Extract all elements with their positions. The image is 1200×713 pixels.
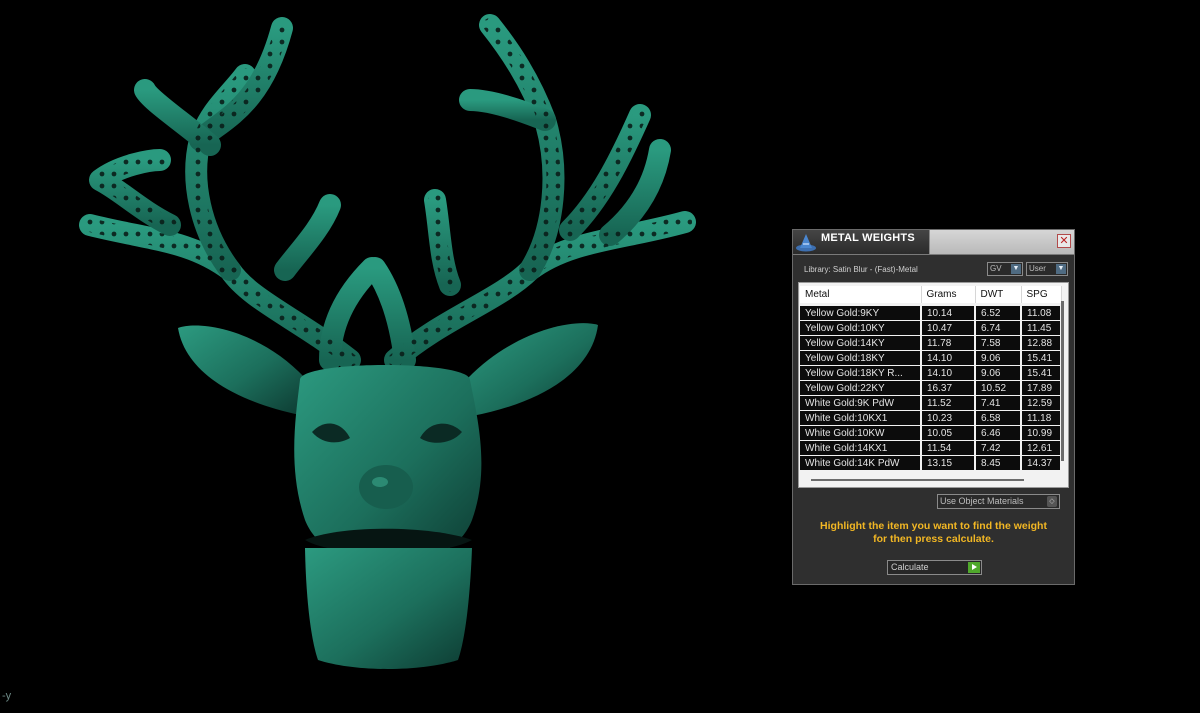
table-cell: Yellow Gold:22KY [800, 380, 922, 396]
table-cell: White Gold:10KX1 [800, 410, 922, 426]
units-select[interactable]: GV ▼ [987, 262, 1023, 276]
spinner-icon: ◇ [1047, 496, 1057, 507]
column-header-grams[interactable]: Grams [921, 286, 976, 303]
table-cell: 11.08 [1021, 306, 1062, 321]
neck-base [305, 548, 472, 669]
metal-table[interactable]: Metal Grams DWT SPG Yellow Gold:9KY 10.14… [798, 282, 1069, 488]
table-row[interactable]: White Gold:14KX1 11.54 7.42 12.61 [800, 440, 1062, 456]
table-cell: White Gold:14K PdW [800, 455, 922, 471]
metal-weights-panel: METAL WEIGHTS ✕ Library: Satin Blur - (F… [792, 229, 1075, 585]
table-cell: 11.78 [921, 335, 976, 351]
axis-label: -y [2, 690, 12, 702]
table-cell: 7.41 [975, 395, 1022, 411]
table-cell: Yellow Gold:14KY [800, 335, 922, 351]
column-header-dwt[interactable]: DWT [975, 286, 1022, 303]
table-row[interactable]: Yellow Gold:18KY 14.10 9.06 15.41 [800, 350, 1062, 366]
calculate-button[interactable]: Calculate [887, 560, 982, 575]
table-row[interactable]: Yellow Gold:9KY 10.14 6.52 11.08 [800, 306, 1062, 321]
wizard-hat-icon [796, 234, 816, 252]
table-cell: 16.37 [921, 380, 976, 396]
table-cell: 9.06 [975, 350, 1022, 366]
table-cell: 14.37 [1021, 455, 1062, 471]
table-cell: Yellow Gold:18KY [800, 350, 922, 366]
table-cell: 12.61 [1021, 440, 1062, 456]
table-cell: 14.10 [921, 365, 976, 381]
table-cell: 8.45 [975, 455, 1022, 471]
units-select-value: GV [990, 264, 1002, 273]
table-cell: 6.46 [975, 425, 1022, 441]
table-cell: 13.15 [921, 455, 976, 471]
table-cell: Yellow Gold:9KY [800, 306, 922, 321]
horizontal-scrollbar[interactable] [811, 479, 1024, 481]
table-cell: Yellow Gold:10KY [800, 320, 922, 336]
table-cell: 11.45 [1021, 320, 1062, 336]
table-cell: 11.54 [921, 440, 976, 456]
table-cell: 11.52 [921, 395, 976, 411]
table-row[interactable]: White Gold:14K PdW 13.15 8.45 14.37 [800, 455, 1062, 471]
table-row[interactable]: Yellow Gold:10KY 10.47 6.74 11.45 [800, 320, 1062, 336]
table-cell: 10.99 [1021, 425, 1062, 441]
close-icon: ✕ [1059, 235, 1069, 247]
dropdown-arrow-icon: ▼ [1011, 264, 1021, 274]
right-ear [468, 323, 598, 416]
panel-titlebar[interactable]: METAL WEIGHTS ✕ [793, 230, 1074, 255]
table-row[interactable]: White Gold:9K PdW 11.52 7.41 12.59 [800, 395, 1062, 411]
left-ear [178, 325, 305, 415]
materials-select-value: Use Object Materials [940, 496, 1024, 506]
table-row[interactable]: White Gold:10KX1 10.23 6.58 11.18 [800, 410, 1062, 426]
table-cell: 9.06 [975, 365, 1022, 381]
table-cell: 10.52 [975, 380, 1022, 396]
panel-title: METAL WEIGHTS [821, 232, 915, 244]
vertical-scrollbar[interactable] [1061, 301, 1064, 461]
table-cell: 10.47 [921, 320, 976, 336]
table-cell: Yellow Gold:18KY R... [800, 365, 922, 381]
dropdown-arrow-icon: ▼ [1056, 264, 1066, 274]
table-cell: White Gold:14KX1 [800, 440, 922, 456]
panel-title-tab: METAL WEIGHTS [793, 230, 930, 254]
table-cell: White Gold:10KW [800, 425, 922, 441]
instruction-text: Highlight the item you want to find the … [801, 520, 1066, 546]
deer-head-model[interactable] [0, 0, 780, 708]
table-header-row: Metal Grams DWT SPG [800, 286, 1062, 303]
instruction-line: for then press calculate. [873, 533, 994, 545]
column-header-spg[interactable]: SPG [1021, 286, 1062, 303]
table-cell: White Gold:9K PdW [800, 395, 922, 411]
table-cell: 14.10 [921, 350, 976, 366]
table-cell: 6.58 [975, 410, 1022, 426]
user-select[interactable]: User ▼ [1026, 262, 1068, 276]
table-cell: 6.74 [975, 320, 1022, 336]
table-cell: 6.52 [975, 306, 1022, 321]
table-cell: 12.59 [1021, 395, 1062, 411]
table-cell: 15.41 [1021, 365, 1062, 381]
3d-viewport[interactable]: -y [0, 0, 780, 708]
library-label: Library: Satin Blur - (Fast)-Metal [804, 265, 918, 274]
object-materials-select[interactable]: Use Object Materials ◇ [937, 494, 1060, 509]
table-cell: 11.18 [1021, 410, 1062, 426]
table-cell: 7.58 [975, 335, 1022, 351]
calculate-label: Calculate [891, 562, 929, 572]
table-cell: 7.42 [975, 440, 1022, 456]
column-header-metal[interactable]: Metal [800, 286, 922, 303]
table-cell: 10.14 [921, 306, 976, 321]
table-cell: 10.23 [921, 410, 976, 426]
table-row[interactable]: White Gold:10KW 10.05 6.46 10.99 [800, 425, 1062, 441]
table-cell: 17.89 [1021, 380, 1062, 396]
table-cell: 10.05 [921, 425, 976, 441]
close-button[interactable]: ✕ [1057, 234, 1071, 248]
play-icon [968, 562, 980, 573]
table-cell: 15.41 [1021, 350, 1062, 366]
table-row[interactable]: Yellow Gold:14KY 11.78 7.58 12.88 [800, 335, 1062, 351]
user-select-value: User [1029, 264, 1046, 273]
table-cell: 12.88 [1021, 335, 1062, 351]
table-row[interactable]: Yellow Gold:18KY R... 14.10 9.06 15.41 [800, 365, 1062, 381]
instruction-line: Highlight the item you want to find the … [820, 520, 1047, 532]
table-row[interactable]: Yellow Gold:22KY 16.37 10.52 17.89 [800, 380, 1062, 396]
